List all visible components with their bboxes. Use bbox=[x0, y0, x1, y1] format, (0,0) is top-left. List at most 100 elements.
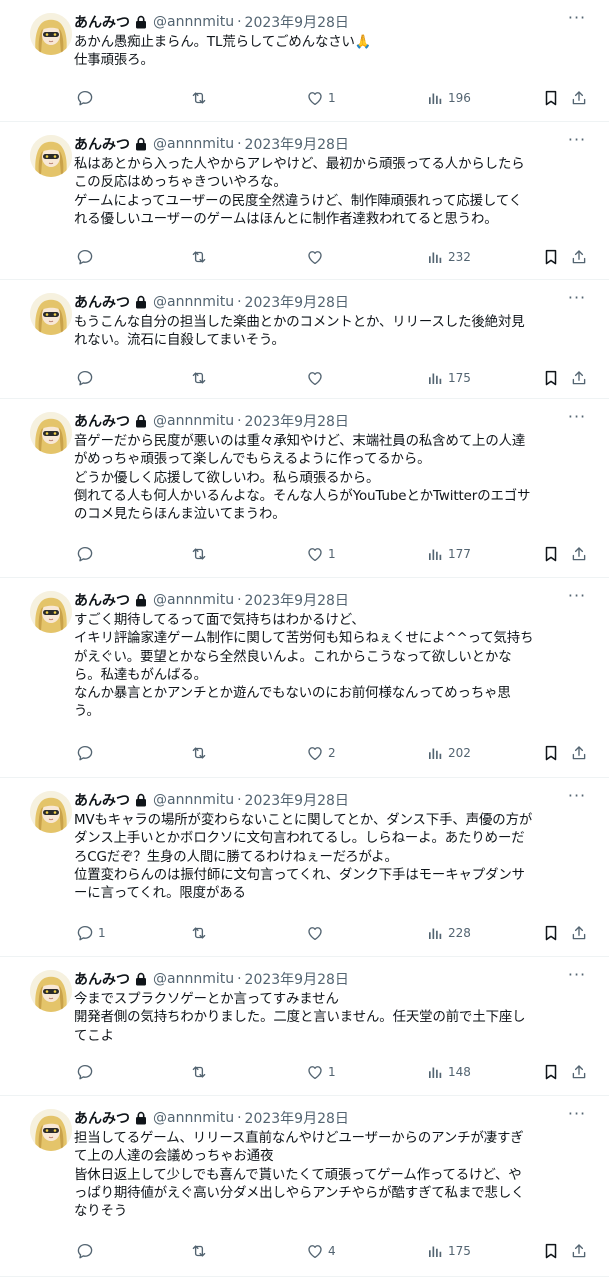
more-options-icon[interactable]: ··· bbox=[567, 10, 587, 31]
user-handle[interactable]: @annnmitu bbox=[153, 792, 234, 808]
avatar[interactable] bbox=[30, 791, 72, 833]
retweet-button[interactable] bbox=[190, 922, 212, 944]
share-button[interactable] bbox=[570, 87, 588, 109]
tweet-date[interactable]: 2023年9月28日 bbox=[245, 590, 349, 610]
display-name[interactable]: あんみつ bbox=[74, 590, 130, 610]
avatar[interactable] bbox=[30, 412, 72, 454]
views-button[interactable]: 228 bbox=[426, 922, 471, 944]
more-options-icon[interactable]: ··· bbox=[567, 409, 587, 430]
user-handle[interactable]: @annnmitu bbox=[153, 592, 234, 608]
retweet-button[interactable] bbox=[190, 1240, 212, 1262]
avatar[interactable] bbox=[30, 135, 72, 177]
tweet[interactable]: あんみつ @annnmitu · 2023年9月28日 ··· 音ゲーだから民度が悪いのは… bbox=[0, 399, 609, 578]
user-handle[interactable]: @annnmitu bbox=[153, 294, 234, 310]
user-handle[interactable]: @annnmitu bbox=[153, 971, 234, 987]
retweet-button[interactable] bbox=[190, 1061, 212, 1083]
bookmark-button[interactable] bbox=[542, 1240, 560, 1262]
display-name[interactable]: あんみつ bbox=[74, 969, 130, 989]
retweet-button[interactable] bbox=[190, 367, 212, 389]
tweet-date[interactable]: 2023年9月28日 bbox=[245, 969, 349, 989]
user-handle[interactable]: @annnmitu bbox=[153, 14, 234, 30]
display-name[interactable]: あんみつ bbox=[74, 1108, 130, 1128]
reply-button[interactable] bbox=[76, 367, 98, 389]
retweet-button[interactable] bbox=[190, 246, 212, 268]
share-button[interactable] bbox=[570, 922, 588, 944]
tweet[interactable]: あんみつ @annnmitu · 2023年9月28日 ··· もうこんな自分の担当した楽… bbox=[0, 280, 609, 399]
reply-button[interactable] bbox=[76, 1240, 98, 1262]
share-button[interactable] bbox=[570, 1240, 588, 1262]
display-name[interactable]: あんみつ bbox=[74, 12, 130, 32]
avatar[interactable] bbox=[30, 1109, 72, 1151]
reply-button[interactable] bbox=[76, 246, 98, 268]
avatar[interactable] bbox=[30, 970, 72, 1012]
user-handle[interactable]: @annnmitu bbox=[153, 413, 234, 429]
more-options-icon[interactable]: ··· bbox=[567, 588, 587, 609]
tweet-text-line: 今までスプラクソゲーとか言ってすみません bbox=[74, 992, 339, 1007]
retweet-icon bbox=[190, 545, 208, 563]
tweet[interactable]: あんみつ @annnmitu · 2023年9月28日 ··· 担当してるゲーム、リリース… bbox=[0, 1096, 609, 1277]
like-button[interactable] bbox=[306, 367, 328, 389]
more-options-icon[interactable]: ··· bbox=[567, 788, 587, 809]
views-button[interactable]: 175 bbox=[426, 367, 471, 389]
reply-button[interactable]: 1 bbox=[76, 922, 106, 944]
tweet-date[interactable]: 2023年9月28日 bbox=[245, 1108, 349, 1128]
reply-button[interactable] bbox=[76, 742, 98, 764]
tweet[interactable]: あんみつ @annnmitu · 2023年9月28日 ··· あかん愚痴止まらん。TL荒… bbox=[0, 0, 609, 122]
share-button[interactable] bbox=[570, 742, 588, 764]
views-button[interactable]: 196 bbox=[426, 87, 471, 109]
tweet-date[interactable]: 2023年9月28日 bbox=[245, 411, 349, 431]
tweet[interactable]: あんみつ @annnmitu · 2023年9月28日 ··· MVもキャラの場所が変わら… bbox=[0, 778, 609, 957]
bookmark-button[interactable] bbox=[542, 922, 560, 944]
bookmark-button[interactable] bbox=[542, 87, 560, 109]
display-name[interactable]: あんみつ bbox=[74, 411, 130, 431]
tweet-header: あんみつ @annnmitu · 2023年9月28日 bbox=[74, 134, 579, 154]
tweet-date[interactable]: 2023年9月28日 bbox=[245, 292, 349, 312]
retweet-icon bbox=[190, 1063, 208, 1081]
like-button[interactable] bbox=[306, 922, 328, 944]
retweet-button[interactable] bbox=[190, 87, 212, 109]
bookmark-button[interactable] bbox=[542, 543, 560, 565]
like-button[interactable]: 1 bbox=[306, 1061, 336, 1083]
tweet[interactable]: あんみつ @annnmitu · 2023年9月28日 ··· 今までスプラクソゲーとか言… bbox=[0, 957, 609, 1096]
tweet-date[interactable]: 2023年9月28日 bbox=[245, 134, 349, 154]
views-button[interactable]: 202 bbox=[426, 742, 471, 764]
bookmark-button[interactable] bbox=[542, 246, 560, 268]
tweet-date[interactable]: 2023年9月28日 bbox=[245, 12, 349, 32]
more-options-icon[interactable]: ··· bbox=[567, 967, 587, 988]
views-button[interactable]: 175 bbox=[426, 1240, 471, 1262]
bookmark-button[interactable] bbox=[542, 367, 560, 389]
avatar[interactable] bbox=[30, 13, 72, 55]
views-button[interactable]: 148 bbox=[426, 1061, 471, 1083]
user-handle[interactable]: @annnmitu bbox=[153, 136, 234, 152]
share-button[interactable] bbox=[570, 543, 588, 565]
display-name[interactable]: あんみつ bbox=[74, 134, 130, 154]
like-button[interactable]: 2 bbox=[306, 742, 336, 764]
bookmark-button[interactable] bbox=[542, 742, 560, 764]
share-button[interactable] bbox=[570, 246, 588, 268]
avatar[interactable] bbox=[30, 591, 72, 633]
like-button[interactable]: 1 bbox=[306, 543, 336, 565]
retweet-button[interactable] bbox=[190, 742, 212, 764]
share-button[interactable] bbox=[570, 367, 588, 389]
like-button[interactable]: 4 bbox=[306, 1240, 336, 1262]
like-button[interactable]: 1 bbox=[306, 87, 336, 109]
display-name[interactable]: あんみつ bbox=[74, 292, 130, 312]
more-options-icon[interactable]: ··· bbox=[567, 290, 587, 311]
share-button[interactable] bbox=[570, 1061, 588, 1083]
display-name[interactable]: あんみつ bbox=[74, 790, 130, 810]
views-button[interactable]: 177 bbox=[426, 543, 471, 565]
reply-button[interactable] bbox=[76, 1061, 98, 1083]
bookmark-button[interactable] bbox=[542, 1061, 560, 1083]
avatar[interactable] bbox=[30, 293, 72, 335]
tweet[interactable]: あんみつ @annnmitu · 2023年9月28日 ··· すごく期待してるって面で気… bbox=[0, 578, 609, 778]
like-button[interactable] bbox=[306, 246, 328, 268]
user-handle[interactable]: @annnmitu bbox=[153, 1110, 234, 1126]
reply-button[interactable] bbox=[76, 87, 98, 109]
reply-button[interactable] bbox=[76, 543, 98, 565]
views-button[interactable]: 232 bbox=[426, 246, 471, 268]
more-options-icon[interactable]: ··· bbox=[567, 132, 587, 153]
tweet[interactable]: あんみつ @annnmitu · 2023年9月28日 ··· 私はあとから入った人やから… bbox=[0, 122, 609, 280]
retweet-button[interactable] bbox=[190, 543, 212, 565]
tweet-date[interactable]: 2023年9月28日 bbox=[245, 790, 349, 810]
more-options-icon[interactable]: ··· bbox=[567, 1106, 587, 1127]
